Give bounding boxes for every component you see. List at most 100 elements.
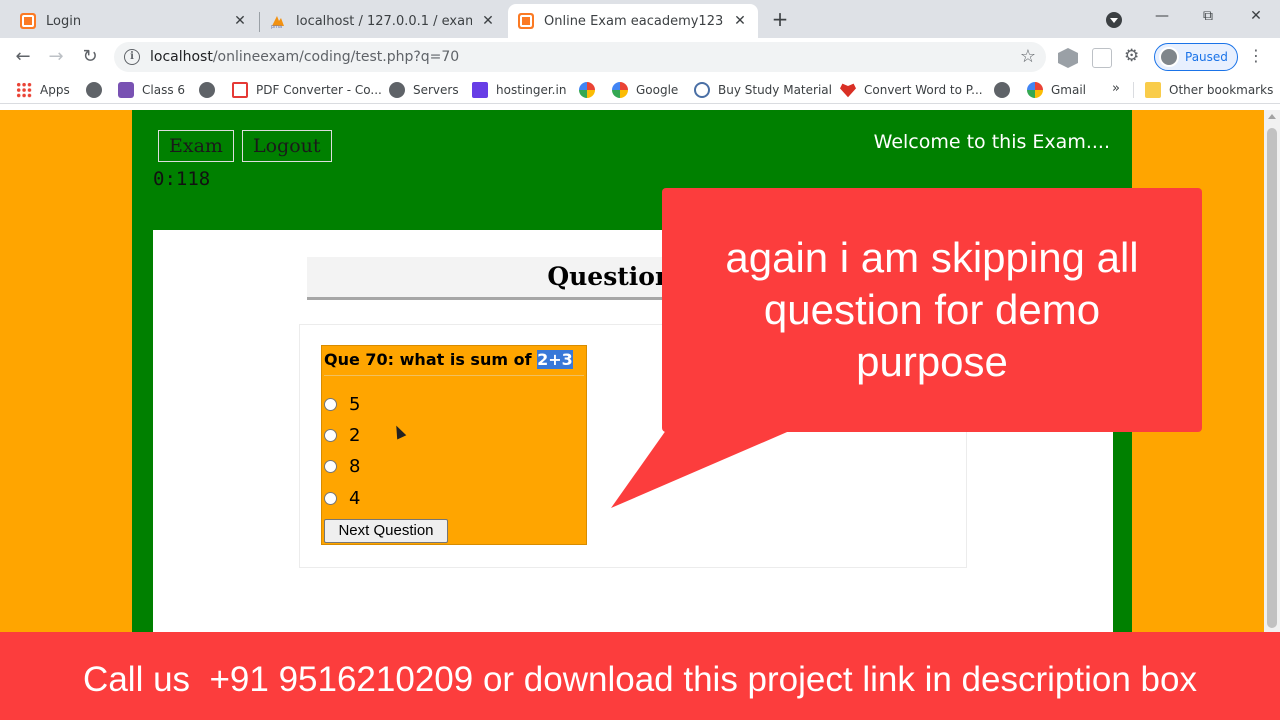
google-icon xyxy=(1027,82,1043,98)
bookmark-label: Servers xyxy=(413,83,459,97)
avatar xyxy=(1159,47,1179,67)
bookmark-convert-word[interactable]: Convert Word to P... xyxy=(840,81,983,99)
address-bar[interactable]: i localhost/onlineexam/coding/test.php?q… xyxy=(114,42,1046,72)
page-scrollbar[interactable] xyxy=(1264,110,1280,632)
question-prefix: Que 70: what is sum of xyxy=(324,350,538,369)
bookmark-label: Apps xyxy=(40,83,70,97)
xampp-icon xyxy=(20,13,36,29)
radio-button[interactable] xyxy=(324,491,337,505)
url-text[interactable]: localhost/onlineexam/coding/test.php?q=7… xyxy=(150,49,459,65)
bookmark-globe-1[interactable] xyxy=(86,81,110,99)
google-icon xyxy=(579,82,595,98)
bookmark-gmail[interactable]: Gmail xyxy=(1027,81,1086,99)
close-icon[interactable]: ✕ xyxy=(480,13,496,29)
forward-icon[interactable]: → xyxy=(45,46,67,68)
radio-button[interactable] xyxy=(324,428,337,442)
hostinger-icon xyxy=(472,82,488,98)
contact-banner: Call us +91 9516210209 or download this … xyxy=(0,632,1280,720)
callout-bubble: again i am skipping all question for dem… xyxy=(662,188,1202,432)
globe-icon xyxy=(199,82,215,98)
bookmark-hostinger[interactable]: hostinger.in xyxy=(472,81,566,99)
profile-label: Paused xyxy=(1185,50,1228,64)
extensions-puzzle-icon[interactable]: ⚙ xyxy=(1124,46,1139,66)
profile-paused-button[interactable]: Paused xyxy=(1154,43,1238,71)
bookmark-apps[interactable]: Apps xyxy=(16,81,70,99)
option-label: 8 xyxy=(349,455,361,477)
google-icon xyxy=(612,82,628,98)
globe-icon xyxy=(86,82,102,98)
tab-label: Login xyxy=(46,13,82,29)
tab-search-icon[interactable] xyxy=(1106,12,1122,28)
tab-phpmyadmin[interactable]: pma localhost / 127.0.0.1 / examdatab ✕ xyxy=(260,4,506,38)
option-3[interactable]: 8 xyxy=(324,453,360,479)
bookmark-star-icon[interactable]: ☆ xyxy=(1020,46,1036,67)
callout-line: question for demo xyxy=(763,286,1101,333)
phpmyadmin-icon: pma xyxy=(270,13,286,29)
folder-icon xyxy=(1145,82,1161,98)
svg-text:pma: pma xyxy=(271,24,282,29)
back-icon[interactable]: ← xyxy=(12,46,34,68)
banner-text: Call us +91 9516210209 or download this … xyxy=(83,660,1197,699)
window-close-icon[interactable]: ✕ xyxy=(1244,8,1268,30)
tab-login[interactable]: Login ✕ xyxy=(10,4,258,38)
option-2[interactable]: 2 xyxy=(324,422,360,448)
extension-box-icon[interactable] xyxy=(1092,48,1112,68)
xampp-icon xyxy=(518,13,534,29)
minimize-icon[interactable]: — xyxy=(1150,8,1174,30)
bootstrap-icon xyxy=(118,82,134,98)
option-1[interactable]: 5 xyxy=(324,391,360,417)
scrollbar-thumb[interactable] xyxy=(1267,128,1277,628)
bookmark-globe-3[interactable] xyxy=(994,81,1018,99)
close-icon[interactable]: ✕ xyxy=(232,13,248,29)
question-card: Que 70: what is sum of 2+3 5 2 8 4 Next … xyxy=(321,345,587,545)
close-icon[interactable]: ✕ xyxy=(732,13,748,29)
restore-icon[interactable]: ⧉ xyxy=(1196,8,1220,30)
url-host: localhost xyxy=(150,49,213,65)
option-4[interactable]: 4 xyxy=(324,485,360,511)
bookmark-class6[interactable]: Class 6 xyxy=(118,81,185,99)
timer: 0:118 xyxy=(153,168,211,190)
bookmark-servers[interactable]: Servers xyxy=(389,81,459,99)
bookmark-label: hostinger.in xyxy=(496,83,567,97)
question-highlight: 2+3 xyxy=(537,350,573,369)
bookmark-label: PDF Converter - Co... xyxy=(256,83,382,97)
url-path: /onlineexam/coding/test.php?q=70 xyxy=(212,49,460,65)
callout-line: again i am skipping all xyxy=(725,234,1139,281)
radio-button[interactable] xyxy=(324,397,337,411)
reload-icon[interactable]: ↻ xyxy=(79,46,101,68)
scroll-up-icon[interactable] xyxy=(1268,114,1276,119)
bookmark-label: Buy Study Material xyxy=(718,83,832,97)
bookmark-google-1[interactable] xyxy=(579,81,603,99)
question-text: Que 70: what is sum of 2+3 xyxy=(324,348,584,376)
new-tab-icon[interactable]: + xyxy=(769,9,791,31)
bookmark-pdf-converter[interactable]: PDF Converter - Co... xyxy=(232,81,382,99)
bookmark-study-material[interactable]: Buy Study Material xyxy=(694,81,832,99)
bookmarks-divider xyxy=(1133,82,1134,98)
bookmark-label: Class 6 xyxy=(142,83,186,97)
bookmark-globe-2[interactable] xyxy=(199,81,223,99)
tab-online-exam[interactable]: Online Exam eacademy123 Softw ✕ xyxy=(508,4,758,38)
bookmark-label: Other bookmarks xyxy=(1169,83,1274,97)
next-question-button[interactable]: Next Question xyxy=(324,519,448,543)
callout-line: purpose xyxy=(856,338,1008,385)
radio-button[interactable] xyxy=(324,459,337,473)
exam-button[interactable]: Exam xyxy=(158,130,234,162)
bookmark-google[interactable]: Google xyxy=(612,81,678,99)
welcome-text: Welcome to this Exam.... xyxy=(873,131,1110,153)
bookmarks-bar: Apps Class 6 PDF Converter - Co... Serve… xyxy=(0,76,1280,104)
bookmarks-more-icon[interactable]: » xyxy=(1112,81,1120,96)
option-label: 4 xyxy=(349,487,361,509)
info-icon[interactable]: i xyxy=(124,49,140,65)
tab-bar: Login ✕ pma localhost / 127.0.0.1 / exam… xyxy=(0,0,1280,38)
option-label: 5 xyxy=(349,393,361,415)
kebab-menu-icon[interactable]: ⋮ xyxy=(1248,46,1264,65)
bookmark-other[interactable]: Other bookmarks xyxy=(1145,81,1273,99)
callout-text: again i am skipping all question for dem… xyxy=(662,232,1202,388)
bookmark-label: Google xyxy=(636,83,679,97)
bookmark-label: Gmail xyxy=(1051,83,1087,97)
pdf-icon xyxy=(232,82,248,98)
logout-button[interactable]: Logout xyxy=(242,130,332,162)
globe-icon xyxy=(994,82,1010,98)
option-label: 2 xyxy=(349,424,361,446)
heart-icon xyxy=(840,83,856,98)
